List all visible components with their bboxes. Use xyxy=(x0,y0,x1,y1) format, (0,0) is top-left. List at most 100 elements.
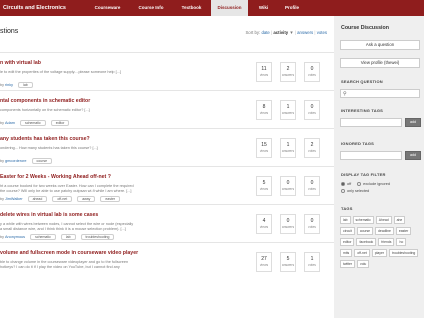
sidebar-tag[interactable]: twitter xyxy=(340,260,356,268)
sort-activity[interactable]: activity xyxy=(273,30,288,35)
filter-exclude-ignored-radio[interactable] xyxy=(357,182,362,186)
add-ignored-tag-button[interactable]: add xyxy=(405,151,421,160)
question-title[interactable]: ntal components in schematic editor xyxy=(0,98,90,104)
author-link[interactable]: Anonymous xyxy=(5,235,25,239)
votes-label: votes xyxy=(308,263,316,267)
votes-label: votes xyxy=(308,111,316,115)
answers-count-box: 2 answers xyxy=(280,62,296,82)
votes-count-box: 0 votes xyxy=(304,176,320,196)
question-row: n with virtual lab le to edit the propert… xyxy=(0,52,334,90)
views-label: views xyxy=(259,225,269,229)
question-title[interactable]: delete wires in virtual lab is some case… xyxy=(0,212,98,218)
votes-label: votes xyxy=(308,187,316,191)
add-interesting-tag-button[interactable]: add xyxy=(405,118,421,127)
question-tag[interactable]: editor xyxy=(50,120,70,126)
filter-only-selected-label: only selected xyxy=(347,189,370,193)
question-snippet: le to edit the properties of the voltage… xyxy=(0,70,195,75)
votes-count: 1 xyxy=(310,256,314,262)
question-tag[interactable]: lab xyxy=(60,234,76,240)
votes-count-box: 1 votes xyxy=(304,252,320,272)
sort-separator: | xyxy=(271,30,273,35)
sort-label: Sort by: xyxy=(245,30,261,35)
question-title[interactable]: Easter for 2 Weeks - Working Ahead off-n… xyxy=(0,174,111,180)
answers-count-box: 0 answers xyxy=(280,214,296,234)
author-link[interactable]: JimWalker xyxy=(5,197,23,201)
question-tag[interactable]: schematic xyxy=(19,120,46,126)
sidebar-tag[interactable]: mits xyxy=(340,249,353,257)
question-counts: 11 views 2 answers 0 votes xyxy=(256,62,328,82)
question-title[interactable]: n with virtual lab xyxy=(0,60,41,66)
tab-wiki[interactable]: Wiki xyxy=(248,0,279,16)
tab-course-info[interactable]: Course Info xyxy=(130,0,172,16)
views-count: 15 xyxy=(261,142,267,148)
votes-count: 0 xyxy=(310,66,314,72)
course-title[interactable]: Circuits and Electronics xyxy=(3,5,66,11)
question-row: Easter for 2 Weeks - Working Ahead off-n… xyxy=(0,166,334,204)
question-snippet-line: a small distance wire, and I think think… xyxy=(0,227,126,231)
views-count: 8 xyxy=(262,104,266,110)
sort-bar: Sort by: date | activity ▼ | answers | v… xyxy=(245,30,327,35)
question-tag[interactable]: troubleshooting xyxy=(80,234,115,240)
sort-answers[interactable]: answers xyxy=(297,30,313,35)
question-snippet: ble to change volume in the courseware v… xyxy=(0,260,195,270)
sidebar-tag[interactable]: ho xyxy=(396,238,407,246)
views-label: views xyxy=(259,111,269,115)
tab-profile[interactable]: Profile xyxy=(279,0,305,16)
sidebar-tag[interactable]: circuit xyxy=(340,227,355,235)
answers-count: 5 xyxy=(286,256,290,262)
question-tag[interactable]: off-net xyxy=(52,196,73,202)
question-tag[interactable]: lab xyxy=(18,82,33,88)
question-tag[interactable]: course xyxy=(31,158,53,164)
sidebar-tag[interactable]: ahe xyxy=(393,216,406,224)
question-snippet: y a while with wires between nodes, I ca… xyxy=(0,222,195,232)
views-count: 11 xyxy=(261,66,267,72)
ignored-tag-input[interactable] xyxy=(340,151,402,160)
sidebar-tag[interactable]: Ahead xyxy=(375,216,392,224)
sidebar-tag[interactable]: player xyxy=(371,249,388,257)
answers-count: 1 xyxy=(286,142,290,148)
votes-count: 2 xyxy=(310,142,314,148)
sidebar-tag[interactable]: off-net xyxy=(354,249,370,257)
question-counts: 15 views 1 answers 2 votes xyxy=(256,138,328,158)
tag-filter-options: only selected xyxy=(341,189,369,193)
page-title: stions xyxy=(0,28,19,35)
author-prefix: by xyxy=(0,159,5,163)
question-tag[interactable]: ahead xyxy=(27,196,48,202)
filter-off-radio[interactable] xyxy=(341,182,345,186)
question-title[interactable]: any students has taken this course? xyxy=(0,136,90,142)
question-tag[interactable]: away xyxy=(77,196,96,202)
sort-votes[interactable]: votes xyxy=(317,30,327,35)
sidebar-tag[interactable]: editor xyxy=(340,238,355,246)
sidebar-tag[interactable]: friends xyxy=(378,238,395,246)
search-input[interactable]: ⚲ xyxy=(340,89,420,98)
author-link[interactable]: gmcorderore xyxy=(5,159,27,163)
tab-textbook[interactable]: Textbook xyxy=(172,0,211,16)
question-title[interactable]: volume and fullscreen mode in courseware… xyxy=(0,250,138,256)
sidebar-tag[interactable]: facebook xyxy=(356,238,377,246)
sidebar-tag[interactable]: easter xyxy=(395,227,412,235)
view-profile-button[interactable]: View profile (thewei) xyxy=(340,58,420,68)
sidebar-tag[interactable]: troubleshooting xyxy=(389,249,419,257)
question-row: delete wires in virtual lab is some case… xyxy=(0,204,334,242)
votes-count: 0 xyxy=(310,104,314,110)
views-label: views xyxy=(259,73,269,77)
question-snippet-line: hotkeys? I can do it if I play the video… xyxy=(0,265,120,269)
votes-label: votes xyxy=(308,73,316,77)
author-link[interactable]: Adam xyxy=(5,121,15,125)
question-tag[interactable]: easter xyxy=(100,196,121,202)
sidebar-tag[interactable]: course xyxy=(356,227,374,235)
sidebar-tag[interactable]: volu xyxy=(357,260,370,268)
question-meta: by Adam schematic editor xyxy=(0,120,74,126)
sidebar-tag[interactable]: schematic xyxy=(352,216,374,224)
question-tag[interactable]: schematic xyxy=(30,234,56,240)
answers-label: answers xyxy=(281,149,295,153)
tab-courseware[interactable]: Courseware xyxy=(85,0,130,16)
ask-question-button[interactable]: Ask a question xyxy=(340,40,420,50)
interesting-tag-input[interactable] xyxy=(340,118,402,127)
sort-date[interactable]: date xyxy=(261,30,269,35)
author-link[interactable]: rinky xyxy=(5,83,13,87)
filter-only-selected-radio[interactable] xyxy=(341,189,345,193)
sidebar-tag[interactable]: lab xyxy=(340,216,351,224)
sidebar-tag[interactable]: deadline xyxy=(375,227,394,235)
tab-discussion[interactable]: Discussion xyxy=(211,0,248,16)
